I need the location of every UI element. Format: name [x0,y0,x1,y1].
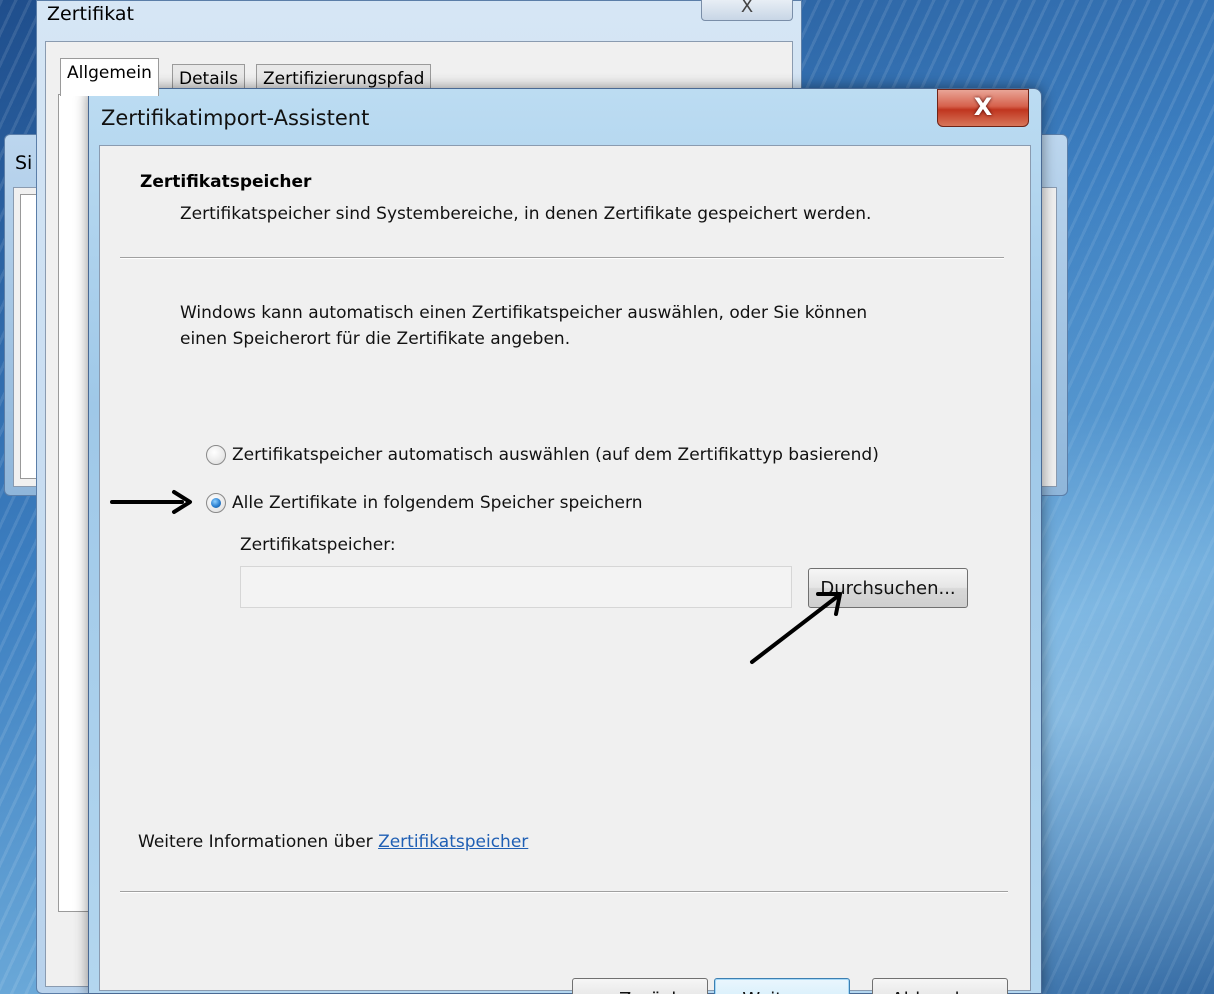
intro-line-1: Windows kann automatisch einen Zertifika… [180,303,868,323]
wizard-body: Zertifikatspeicher Zertifikatspeicher si… [99,145,1031,994]
intro-text: Windows kann automatisch einen Zertifika… [180,300,960,352]
radio-button-unchecked[interactable] [206,445,226,465]
radio-auto-select-store[interactable]: Zertifikatspeicher automatisch auswählen… [206,442,879,468]
close-icon: X [740,0,754,17]
more-info-text: Weitere Informationen über Zertifikatspe… [138,832,528,852]
certificate-window-close-button[interactable]: X [701,0,793,21]
back-button[interactable]: < Zurück [572,978,708,994]
cancel-button[interactable]: Abbrechen [872,978,1008,994]
radio-auto-label[interactable]: Zertifikatspeicher automatisch auswählen… [232,445,879,465]
certificate-store-field[interactable] [240,566,792,608]
more-info-link[interactable]: Zertifikatspeicher [378,832,528,852]
more-info-prefix: Weitere Informationen über [138,832,373,852]
annotation-arrow-browse-icon [750,592,842,664]
background-window-title: Si [15,152,33,174]
page-description: Zertifikatspeicher sind Systembereiche, … [180,204,872,224]
radio-place-all-in-store[interactable]: Alle Zertifikate in folgendem Speicher s… [206,490,642,516]
certificate-import-wizard: Zertifikatimport-Assistent X Zertifikats… [88,88,1042,994]
wizard-close-button[interactable]: X [937,89,1029,127]
radio-button-checked[interactable] [206,493,226,513]
next-button[interactable]: Weiter > [714,978,850,994]
header-divider [120,257,1004,259]
tab-allgemein[interactable]: Allgemein [60,58,159,96]
annotation-arrow-radio-icon [110,490,192,514]
wizard-title: Zertifikatimport-Assistent [101,106,370,130]
radio-manual-label[interactable]: Alle Zertifikate in folgendem Speicher s… [232,493,642,513]
page-title: Zertifikatspeicher [140,172,312,192]
certificate-window-title: Zertifikat [47,3,134,25]
intro-line-2: einen Speicherort für die Zertifikate an… [180,329,571,349]
store-field-label: Zertifikatspeicher: [240,535,396,555]
close-icon: X [973,93,993,121]
footer-divider [120,891,1008,893]
